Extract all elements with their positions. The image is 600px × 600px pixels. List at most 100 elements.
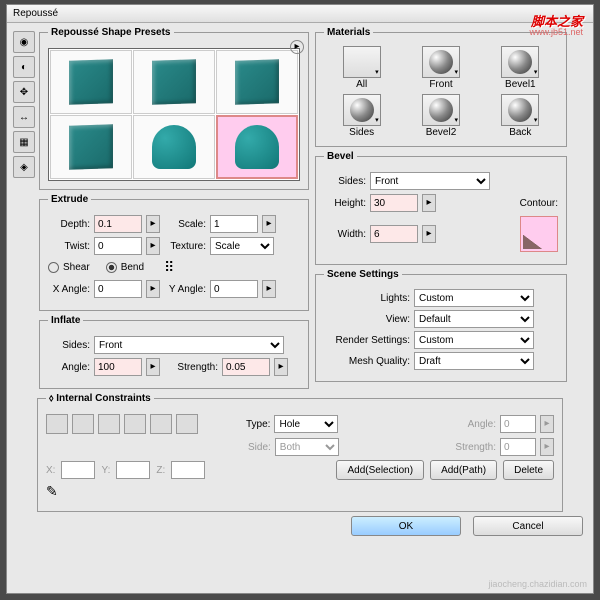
ic-tool-6[interactable] bbox=[176, 414, 198, 434]
add-path-button[interactable]: Add(Path) bbox=[430, 460, 497, 480]
ic-tool-2[interactable] bbox=[72, 414, 94, 434]
twist-label: Twist: bbox=[48, 241, 90, 252]
add-selection-button[interactable]: Add(Selection) bbox=[336, 460, 424, 480]
material-back-label: Back bbox=[509, 127, 531, 138]
repousse-dialog: Repoussé 脚本之家 www.jb51.net ◉ ◐ ✥ ↔ ▦ ◈ R… bbox=[6, 4, 594, 594]
cancel-button[interactable]: Cancel bbox=[473, 516, 583, 536]
scale-input[interactable] bbox=[210, 215, 258, 233]
contour-picker[interactable] bbox=[520, 216, 558, 252]
material-back[interactable]: ▾ bbox=[501, 94, 539, 126]
ic-x-label: X: bbox=[46, 465, 55, 476]
preset-2[interactable] bbox=[133, 50, 215, 114]
twist-input[interactable] bbox=[94, 237, 142, 255]
bend-radio[interactable] bbox=[106, 262, 117, 273]
mesh-label: Mesh Quality: bbox=[324, 356, 410, 367]
delete-button[interactable]: Delete bbox=[503, 460, 554, 480]
ic-angle-label: Angle: bbox=[468, 419, 496, 430]
ic-strength-input bbox=[500, 438, 536, 456]
eraser-icon[interactable]: ✎ bbox=[46, 483, 58, 500]
ic-expand-icon[interactable]: ⬨ bbox=[49, 393, 54, 404]
shear-label: Shear bbox=[63, 262, 90, 273]
render-select[interactable]: Custom bbox=[414, 331, 534, 349]
ic-y-label: Y: bbox=[101, 465, 110, 476]
yangle-stepper[interactable]: ▸ bbox=[262, 280, 276, 298]
inflate-strength-label: Strength: bbox=[164, 362, 218, 373]
material-sides[interactable]: ▾ bbox=[343, 94, 381, 126]
grid-icon[interactable]: ⠿ bbox=[164, 259, 174, 276]
bevel-sides-select[interactable]: Front bbox=[370, 172, 490, 190]
yangle-input[interactable] bbox=[210, 280, 258, 298]
material-bevel1[interactable]: ▾ bbox=[501, 46, 539, 78]
texture-select[interactable]: Scale bbox=[210, 237, 274, 255]
preset-5[interactable] bbox=[133, 115, 215, 179]
watermark-url: www.jb51.net bbox=[529, 27, 583, 37]
xangle-label: X Angle: bbox=[48, 284, 90, 295]
bevel-width-stepper[interactable]: ▸ bbox=[422, 225, 436, 243]
tool-scale-icon[interactable]: ▦ bbox=[13, 131, 35, 153]
ic-type-label: Type: bbox=[246, 419, 270, 430]
lights-label: Lights: bbox=[324, 293, 410, 304]
inflate-sides-select[interactable]: Front bbox=[94, 336, 284, 354]
tool-slide-icon[interactable]: ↔ bbox=[13, 106, 35, 128]
xangle-stepper[interactable]: ▸ bbox=[146, 280, 160, 298]
preset-6-selected[interactable] bbox=[216, 115, 298, 179]
tool-mesh-icon[interactable]: ◈ bbox=[13, 156, 35, 178]
bevel-height-input[interactable] bbox=[370, 194, 418, 212]
bevel-height-stepper[interactable]: ▸ bbox=[422, 194, 436, 212]
material-front-label: Front bbox=[429, 79, 452, 90]
inflate-angle-input[interactable] bbox=[94, 358, 142, 376]
ic-angle-stepper: ▸ bbox=[540, 415, 554, 433]
scale-stepper[interactable]: ▸ bbox=[262, 215, 276, 233]
tool-roll-icon[interactable]: ◐ bbox=[13, 56, 35, 78]
presets-legend: Repoussé Shape Presets bbox=[48, 27, 174, 38]
shear-radio[interactable] bbox=[48, 262, 59, 273]
materials-group: Materials ▾All ▾Front ▾Bevel1 ▾Sides ▾Be… bbox=[315, 27, 567, 147]
ic-legend: Internal Constraints bbox=[56, 393, 150, 404]
material-sides-label: Sides bbox=[349, 127, 374, 138]
ic-tool-5[interactable] bbox=[150, 414, 172, 434]
inflate-angle-label: Angle: bbox=[48, 362, 90, 373]
ic-x-input bbox=[61, 461, 95, 479]
presets-flyout-icon[interactable]: ▸ bbox=[290, 40, 304, 54]
extrude-group: Extrude Depth: ▸ Scale: ▸ Twist: ▸ Textu… bbox=[39, 194, 309, 311]
ic-z-label: Z: bbox=[156, 465, 165, 476]
view-select[interactable]: Default bbox=[414, 310, 534, 328]
inflate-strength-input[interactable] bbox=[222, 358, 270, 376]
bevel-width-input[interactable] bbox=[370, 225, 418, 243]
internal-constraints-group: ⬨ Internal Constraints Type: Hole Angle:… bbox=[37, 393, 563, 512]
extrude-legend: Extrude bbox=[48, 194, 91, 205]
preset-1[interactable] bbox=[50, 50, 132, 114]
bevel-width-label: Width: bbox=[324, 229, 366, 240]
mesh-select[interactable]: Draft bbox=[414, 352, 534, 370]
inflate-strength-stepper[interactable]: ▸ bbox=[274, 358, 288, 376]
tool-pan-icon[interactable]: ✥ bbox=[13, 81, 35, 103]
scale-label: Scale: bbox=[164, 219, 206, 230]
material-bevel2-label: Bevel2 bbox=[426, 127, 457, 138]
ic-tool-4[interactable] bbox=[124, 414, 146, 434]
material-bevel2[interactable]: ▾ bbox=[422, 94, 460, 126]
depth-stepper[interactable]: ▸ bbox=[146, 215, 160, 233]
watermark-footer: jiaocheng.chazidian.com bbox=[488, 579, 587, 589]
bend-label: Bend bbox=[121, 262, 144, 273]
depth-input[interactable] bbox=[94, 215, 142, 233]
ok-button[interactable]: OK bbox=[351, 516, 461, 536]
preset-3[interactable] bbox=[216, 50, 298, 114]
presets-grid bbox=[48, 48, 300, 181]
material-all[interactable]: ▾ bbox=[343, 46, 381, 78]
inflate-angle-stepper[interactable]: ▸ bbox=[146, 358, 160, 376]
xangle-input[interactable] bbox=[94, 280, 142, 298]
inflate-group: Inflate Sides: Front Angle: ▸ Strength: … bbox=[39, 315, 309, 389]
ic-tool-1[interactable] bbox=[46, 414, 68, 434]
tool-rotate-icon[interactable]: ◉ bbox=[13, 31, 35, 53]
scene-legend: Scene Settings bbox=[324, 269, 402, 280]
lights-select[interactable]: Custom bbox=[414, 289, 534, 307]
twist-stepper[interactable]: ▸ bbox=[146, 237, 160, 255]
ic-side-label: Side: bbox=[248, 442, 271, 453]
bevel-legend: Bevel bbox=[324, 151, 357, 162]
ic-tool-3[interactable] bbox=[98, 414, 120, 434]
ic-type-select[interactable]: Hole bbox=[274, 415, 338, 433]
bevel-group: Bevel Sides: Front Height: ▸ Contour: Wi… bbox=[315, 151, 567, 265]
material-front[interactable]: ▾ bbox=[422, 46, 460, 78]
preset-4[interactable] bbox=[50, 115, 132, 179]
materials-legend: Materials bbox=[324, 27, 373, 38]
